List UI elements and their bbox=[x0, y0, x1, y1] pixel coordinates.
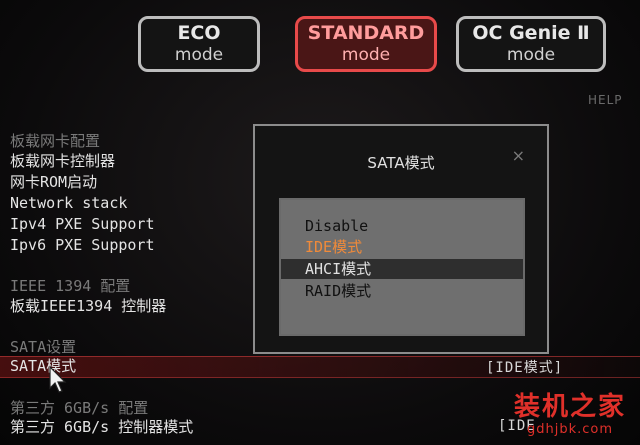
mouse-pointer-icon bbox=[49, 366, 67, 393]
close-icon[interactable]: × bbox=[512, 146, 525, 165]
standard-mode-button[interactable]: STANDARD mode bbox=[295, 16, 437, 72]
watermark-title: 装机之家 bbox=[513, 392, 626, 422]
option-ide-mode-label: IDE模式 bbox=[305, 238, 363, 256]
eco-mode-sublabel: mode bbox=[174, 45, 224, 65]
option-disable-label: Disable bbox=[305, 217, 369, 235]
watermark-url: gdhjbk.com bbox=[526, 422, 614, 437]
dialog-title: SATA模式 bbox=[367, 154, 435, 172]
ipv6-pxe-support-item[interactable]: Ipv6 PXE Support bbox=[10, 235, 155, 255]
site-watermark: 装机之家 gdhjbk.com bbox=[514, 392, 626, 438]
sata-mode-options-list: Disable IDE模式 AHCI模式 RAID模式 bbox=[279, 198, 525, 336]
network-stack-item[interactable]: Network stack bbox=[10, 193, 127, 213]
help-label[interactable]: HELP bbox=[588, 93, 623, 107]
standard-mode-label: STANDARD bbox=[307, 22, 425, 44]
ieee1394-section-header: IEEE 1394 配置 bbox=[10, 277, 131, 295]
sata-mode-dialog: SATA模式 × Disable IDE模式 AHCI模式 RAID模式 bbox=[253, 124, 549, 354]
option-raid-mode-label: RAID模式 bbox=[305, 282, 372, 300]
sata-section-header: SATA设置 bbox=[10, 338, 77, 356]
ipv4-pxe-support-item[interactable]: Ipv4 PXE Support bbox=[10, 214, 155, 234]
eco-mode-button[interactable]: ECO mode bbox=[138, 16, 260, 72]
oc-genie-mode-button[interactable]: OC Genie Ⅱ mode bbox=[456, 16, 606, 72]
onboard-lan-controller-item[interactable]: 板载网卡控制器 bbox=[10, 151, 115, 171]
third-party-controller-mode-item[interactable]: 第三方 6GB/s 控制器模式 bbox=[10, 417, 193, 437]
oc-genie-mode-label: OC Genie Ⅱ bbox=[472, 22, 590, 44]
third-party-section-header: 第三方 6GB/s 配置 bbox=[10, 399, 149, 417]
sata-mode-value[interactable]: [IDE模式] bbox=[486, 357, 563, 377]
lan-rom-boot-item[interactable]: 网卡ROM启动 bbox=[10, 172, 97, 192]
mode-selector: ECO mode STANDARD mode OC Genie Ⅱ mode bbox=[0, 16, 640, 76]
option-ahci-mode[interactable]: AHCI模式 bbox=[281, 259, 523, 279]
ieee1394-controller-item[interactable]: 板载IEEE1394 控制器 bbox=[10, 296, 166, 316]
oc-genie-mode-sublabel: mode bbox=[506, 45, 556, 65]
onboard-lan-section-header: 板载网卡配置 bbox=[10, 132, 101, 150]
eco-mode-label: ECO bbox=[177, 22, 221, 44]
option-ahci-mode-label: AHCI模式 bbox=[305, 260, 372, 278]
standard-mode-sublabel: mode bbox=[341, 45, 391, 65]
